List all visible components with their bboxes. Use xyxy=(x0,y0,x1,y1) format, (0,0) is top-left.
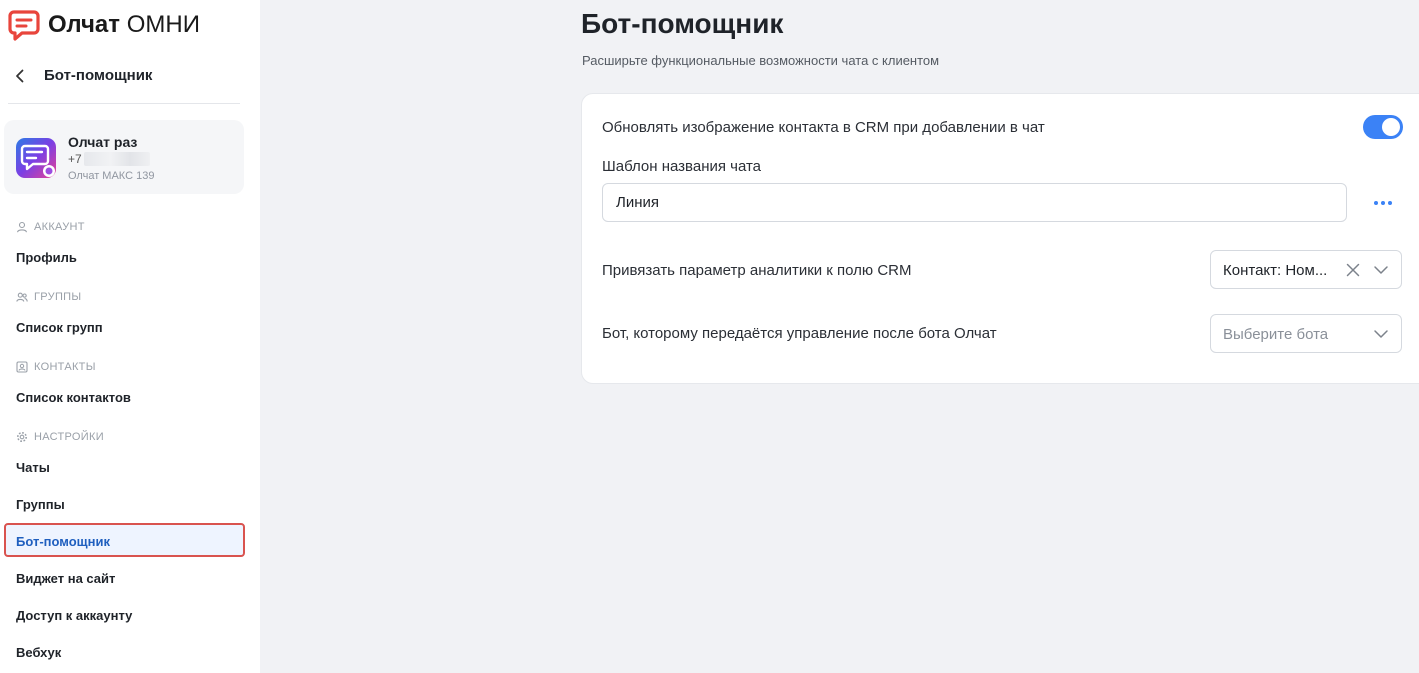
nav-account-access[interactable]: Доступ к аккаунту xyxy=(16,608,132,623)
nav-chats[interactable]: Чаты xyxy=(16,460,50,475)
section-account: АККАУНТ xyxy=(16,221,85,233)
handoff-bot-label: Бот, которому передаётся управление посл… xyxy=(602,325,997,342)
account-name: Олчат раз xyxy=(68,134,138,150)
chevron-down-icon xyxy=(1374,330,1388,338)
clear-x-icon[interactable] xyxy=(1345,262,1361,278)
gear-icon xyxy=(16,431,28,443)
brand-logo[interactable]: Олчат ОМНИ xyxy=(8,8,200,42)
nav-site-widget[interactable]: Виджет на сайт xyxy=(16,571,115,586)
analytics-select-value: Контакт: Ном... xyxy=(1223,262,1328,279)
user-icon xyxy=(16,221,28,233)
nav-bot-assistant[interactable]: Бот-помощник xyxy=(4,523,245,557)
section-settings: НАСТРОЙКИ xyxy=(16,431,104,443)
chevron-down-icon xyxy=(1374,266,1388,274)
handoff-bot-placeholder: Выберите бота xyxy=(1223,326,1329,343)
section-groups: ГРУППЫ xyxy=(16,291,81,303)
more-dots-icon[interactable] xyxy=(1371,193,1395,213)
sidebar-page-title: Бот-помощник xyxy=(44,67,153,84)
nav-profile[interactable]: Профиль xyxy=(16,250,77,265)
account-subtitle: Олчат МАКС 139 xyxy=(68,170,155,182)
nav-contact-list[interactable]: Список контактов xyxy=(16,390,131,405)
page-title: Бот-помощник xyxy=(581,8,784,39)
phone-redacted xyxy=(83,152,150,166)
handoff-bot-select[interactable]: Выберите бота xyxy=(1210,314,1402,353)
nav-webhook[interactable]: Вебхук xyxy=(16,645,61,660)
sidebar: Олчат ОМНИ Бот-помощник Олчат раз +7 Олч… xyxy=(0,0,260,673)
group-icon xyxy=(16,291,28,303)
page-subtitle: Расширьте функциональные возможности чат… xyxy=(582,53,940,68)
logo-icon xyxy=(8,10,40,41)
analytics-label: Привязать параметр аналитики к полю CRM xyxy=(602,262,912,279)
update-image-toggle[interactable] xyxy=(1363,115,1403,139)
brand-name: Олчат ОМНИ xyxy=(48,11,200,38)
chat-name-template-input[interactable] xyxy=(602,183,1347,222)
back-row: Бот-помощник xyxy=(8,62,240,104)
account-card[interactable]: Олчат раз +7 Олчат МАКС 139 xyxy=(4,120,244,194)
chat-name-template-label: Шаблон названия чата xyxy=(602,158,762,175)
analytics-field-select[interactable]: Контакт: Ном... xyxy=(1210,250,1402,289)
account-phone: +7 xyxy=(68,152,150,166)
nav-group-list[interactable]: Список групп xyxy=(16,320,103,335)
contacts-icon xyxy=(16,361,28,373)
nav-bot-assistant-label: Бот-помощник xyxy=(16,534,110,549)
back-arrow-icon[interactable] xyxy=(8,62,32,90)
nav-groups[interactable]: Группы xyxy=(16,497,65,512)
update-image-label: Обновлять изображение контакта в CRM при… xyxy=(602,119,1045,136)
settings-card: Обновлять изображение контакта в CRM при… xyxy=(581,93,1419,384)
account-avatar-icon xyxy=(16,138,56,178)
section-contacts: КОНТАКТЫ xyxy=(16,361,96,373)
